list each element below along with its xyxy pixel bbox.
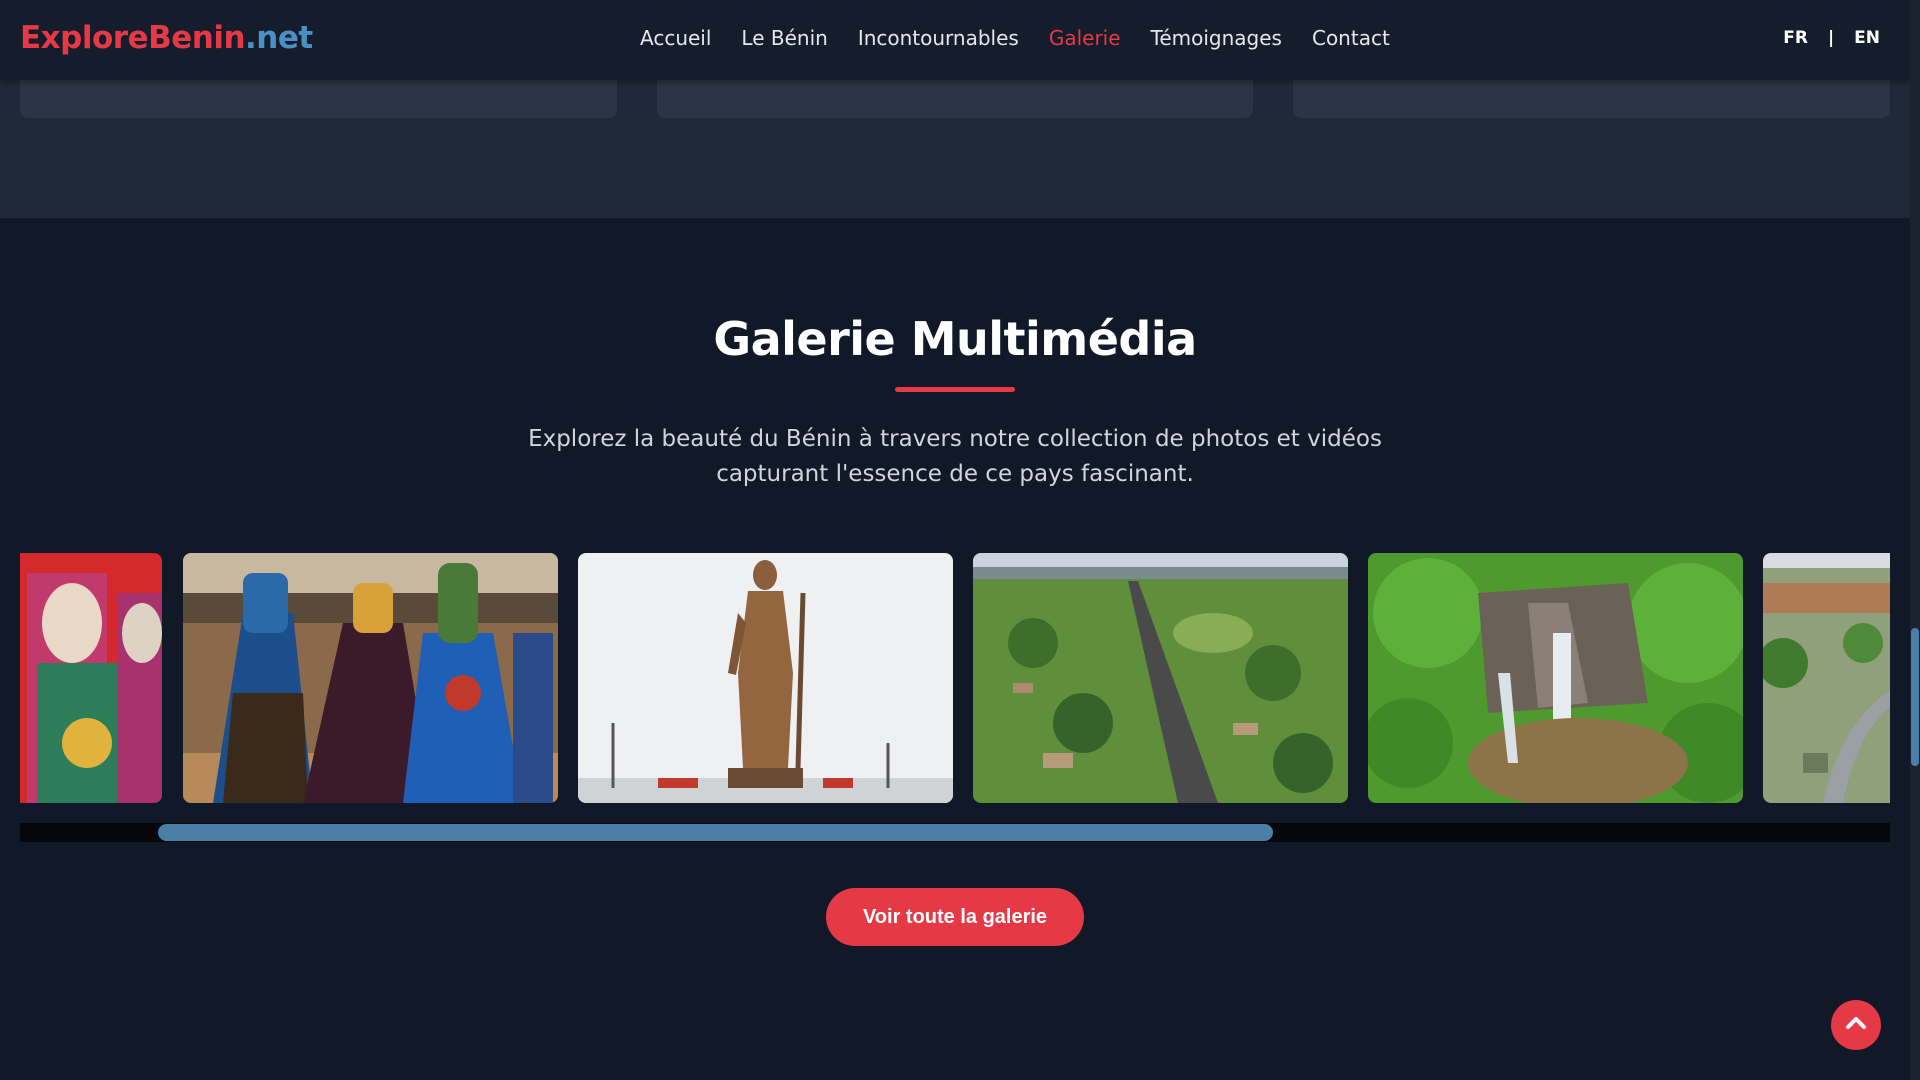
- nav-galerie[interactable]: Galerie: [1049, 26, 1121, 50]
- aerial-road-landscape-image[interactable]: [973, 553, 1348, 803]
- logo-tld: .net: [245, 20, 313, 56]
- page-scrollbar-thumb[interactable]: [1911, 628, 1919, 766]
- waterfall-aerial-image[interactable]: [1368, 553, 1743, 803]
- page-scrollbar[interactable]: [1910, 0, 1920, 1080]
- gallery-description-line2: capturant l'essence de ce pays fascinant…: [716, 461, 1194, 487]
- egungun-dancers-image[interactable]: [183, 553, 558, 803]
- city-aerial-crop-image[interactable]: [1763, 553, 1890, 803]
- site-header: ExploreBenin.net Accueil Le Bénin Incont…: [0, 0, 1910, 80]
- chevron-up-icon: [1843, 1010, 1869, 1040]
- view-full-gallery-button[interactable]: Voir toute la galerie: [826, 888, 1084, 946]
- gallery-description-line1: Explorez la beauté du Bénin à travers no…: [528, 426, 1382, 452]
- title-underline: [895, 387, 1015, 392]
- carousel-scrollbar-thumb[interactable]: [158, 824, 1273, 841]
- lang-fr[interactable]: FR: [1783, 28, 1808, 48]
- lang-en[interactable]: EN: [1854, 28, 1880, 48]
- logo-brand: ExploreBenin: [20, 20, 246, 56]
- gallery-carousel[interactable]: [20, 553, 1890, 803]
- carousel-scrollbar[interactable]: [20, 823, 1890, 842]
- nav-temoignages[interactable]: Témoignages: [1151, 26, 1282, 50]
- nav-accueil[interactable]: Accueil: [640, 26, 711, 50]
- lang-separator: |: [1827, 28, 1835, 48]
- language-switcher: FR | EN: [1783, 28, 1880, 48]
- gallery-title: Galerie Multimédia: [713, 312, 1197, 366]
- amazon-statue-image[interactable]: [578, 553, 953, 803]
- main-nav: Accueil Le Bénin Incontournables Galerie…: [640, 26, 1390, 50]
- gallery-description: Explorez la beauté du Bénin à travers no…: [500, 422, 1410, 492]
- site-logo[interactable]: ExploreBenin.net: [20, 20, 313, 56]
- masked-costume-crop-image[interactable]: [20, 553, 162, 803]
- nav-le-benin[interactable]: Le Bénin: [741, 26, 827, 50]
- nav-incontournables[interactable]: Incontournables: [858, 26, 1019, 50]
- nav-contact[interactable]: Contact: [1312, 26, 1390, 50]
- back-to-top-button[interactable]: [1831, 1000, 1881, 1050]
